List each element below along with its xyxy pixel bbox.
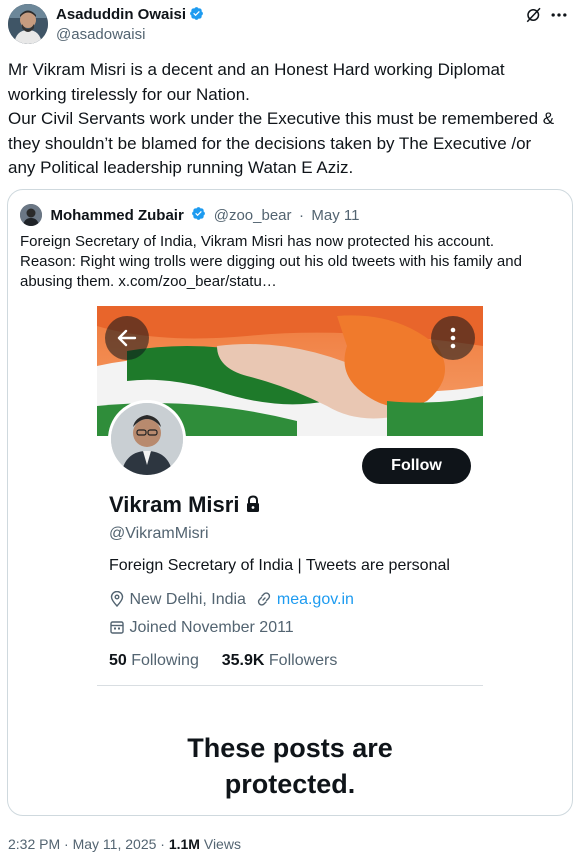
tweet-time[interactable]: 2:32 PM xyxy=(8,836,60,852)
followers-label: Followers xyxy=(268,652,338,669)
tweet-text-line: working tirelessly for our Nation. xyxy=(8,84,250,104)
author-avatar[interactable] xyxy=(8,4,48,44)
profile-website-link: mea.gov.in xyxy=(276,591,354,608)
author-handle[interactable]: @asadowaisi xyxy=(56,26,145,43)
quote-header: Mohammed Zubair @zoo_bear · May 11 xyxy=(20,204,359,226)
tweet-text-line: any Political leadership running Watan E… xyxy=(8,158,354,177)
lock-icon xyxy=(247,495,260,512)
grok-icon[interactable] xyxy=(525,6,543,24)
follow-button[interactable]: Follow xyxy=(362,448,471,484)
profile-handle: @VikramMisri xyxy=(109,525,209,542)
verified-badge-icon xyxy=(192,207,206,221)
author-name-row[interactable]: Asaduddin Owaisi xyxy=(56,6,204,23)
profile-location: New Delhi, India xyxy=(129,591,246,608)
kebab-menu-icon xyxy=(450,327,456,349)
tweet-timestamp-row: 2:32 PM · May 11, 2025 · 1.1M Views xyxy=(8,836,241,852)
quote-text: Foreign Secretary of India, Vikram Misri… xyxy=(20,232,560,292)
profile-screenshot-image[interactable]: Follow Vikram Misri @VikramMisri Foreign… xyxy=(97,306,483,815)
tweet-date[interactable]: May 11, 2025 xyxy=(73,836,157,852)
quote-author-name[interactable]: Mohammed Zubair xyxy=(50,207,183,224)
profile-menu-button[interactable] xyxy=(431,316,475,360)
tweet-text-line: they shouldn’t be blamed for the decisio… xyxy=(8,133,532,153)
link-icon xyxy=(258,592,271,606)
profile-name-row: Vikram Misri xyxy=(109,492,261,518)
profile-bio: Foreign Secretary of India | Tweets are … xyxy=(109,557,450,574)
verified-badge-icon xyxy=(190,7,203,20)
tweet-text-line: Our Civil Servants work under the Execut… xyxy=(8,109,555,128)
profile-location-row: New Delhi, India mea.gov.in xyxy=(109,590,354,609)
more-icon[interactable] xyxy=(549,6,569,24)
followers-count: 35.9K xyxy=(221,652,265,669)
profile-stats: 50 Following 35.9K Followers xyxy=(109,652,337,670)
tweet-header: Asaduddin Owaisi @asadowaisi xyxy=(8,4,569,44)
quote-text-line: abusing them. x.com/zoo_bear/statu… xyxy=(20,273,277,290)
quote-author-avatar[interactable] xyxy=(20,204,42,226)
tweet-text: Mr Vikram Misri is a decent and an Hones… xyxy=(8,58,573,181)
views-label[interactable]: Views xyxy=(204,836,241,852)
back-arrow-icon xyxy=(117,329,137,347)
protected-message: These posts are protected. xyxy=(97,730,483,802)
profile-joined-row: Joined November 2011 xyxy=(109,619,294,637)
back-button[interactable] xyxy=(105,316,149,360)
location-icon xyxy=(110,590,124,608)
separator: · xyxy=(298,206,304,224)
views-count[interactable]: 1.1M xyxy=(169,836,200,852)
protected-line: These posts are xyxy=(187,733,393,763)
quote-text-line: Reason: Right wing trolls were digging o… xyxy=(20,253,522,270)
divider xyxy=(97,685,483,686)
following-label: Following xyxy=(131,652,199,669)
author-name[interactable]: Asaduddin Owaisi xyxy=(56,6,186,23)
profile-avatar xyxy=(108,400,186,478)
quoted-tweet-card[interactable]: Mohammed Zubair @zoo_bear · May 11 Forei… xyxy=(7,189,573,816)
quote-date[interactable]: May 11 xyxy=(311,207,359,224)
quote-author-handle[interactable]: @zoo_bear xyxy=(214,207,292,224)
calendar-icon xyxy=(110,621,124,634)
following-count: 50 xyxy=(109,652,127,669)
separator: · xyxy=(160,836,165,852)
profile-name: Vikram Misri xyxy=(109,492,240,517)
profile-joined: Joined November 2011 xyxy=(129,619,294,636)
tweet-text-line: Mr Vikram Misri is a decent and an Hones… xyxy=(8,60,505,79)
quote-text-line: Foreign Secretary of India, Vikram Misri… xyxy=(20,233,495,250)
separator: · xyxy=(64,836,69,852)
protected-line: protected. xyxy=(224,769,356,799)
